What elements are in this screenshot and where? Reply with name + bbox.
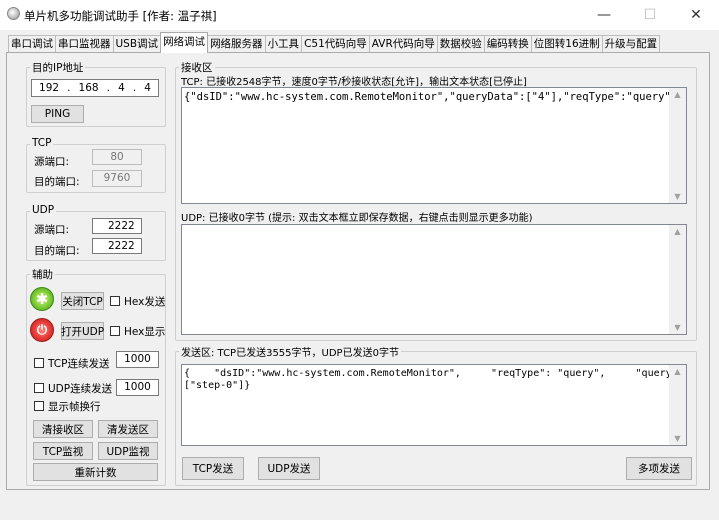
tab-bitmap-hex[interactable]: 位图转16进制 [530,35,603,53]
tab-serial-monitor[interactable]: 串口监视器 [55,35,114,53]
title-bar: 单片机多功能调试助手 [作者: 温子祺] — ☐ ✕ [0,0,719,30]
udp-interval-input[interactable]: 1000 [116,379,159,396]
scroll-down-icon[interactable]: ▼ [669,323,686,332]
tcp-continuous-label: TCP连续发送 [48,358,110,370]
tcp-receive-status: TCP: 已接收2548字节，速度0字节/秒接收状态[允许]，输出文本状态[已停… [181,77,527,88]
tcp-send-button[interactable]: TCP发送 [182,457,244,480]
udp-dest-port-label: 目的端口: [34,245,80,257]
close-button[interactable]: ✕ [673,0,719,30]
minimize-button[interactable]: — [581,0,627,30]
hex-display-checkbox[interactable] [110,326,120,336]
minimize-icon: — [597,7,611,23]
hex-send-label: Hex发送 [124,296,166,308]
udp-monitor-button[interactable]: UDP监视 [98,442,158,460]
ping-button[interactable]: PING [31,105,84,123]
tcp-group-label: TCP [30,137,54,149]
udp-source-port-label: 源端口: [34,224,70,236]
close-tcp-button[interactable]: 关闭TCP [61,292,104,310]
tab-network-server[interactable]: 网络服务器 [207,35,266,53]
udp-continuous-checkbox[interactable] [34,383,44,393]
scroll-up-icon[interactable]: ▲ [669,90,686,99]
ip-octet-4: 4 [144,82,151,94]
tcp-receive-scrollbar[interactable]: ▲ ▼ [669,88,686,203]
power-icon: ⏻ [30,318,54,342]
maximize-icon: ☐ [643,7,657,23]
ip-octet-2: 168 [78,82,99,94]
udp-dest-port-field[interactable]: 2222 [92,238,142,254]
tab-avr-wizard[interactable]: AVR代码向导 [368,35,438,53]
ip-dot-2: . [106,82,110,94]
tcp-source-port-field[interactable]: 80 [92,149,142,165]
udp-receive-textarea[interactable]: ▲ ▼ [181,224,687,335]
clear-send-button[interactable]: 清发送区 [98,420,158,438]
udp-group-label: UDP [30,204,57,216]
send-group-label: 发送区: TCP已发送3555字节，UDP已发送0字节 [179,344,401,359]
tab-upgrade-config[interactable]: 升级与配置 [601,35,661,53]
aux-group-label: 辅助 [30,267,55,282]
window-title: 单片机多功能调试助手 [作者: 温子祺] [24,9,217,23]
tab-tools[interactable]: 小工具 [264,35,303,53]
send-text: { "dsID":"www.hc-system.com.RemoteMonito… [184,368,686,391]
tcp-dest-port-field[interactable]: 9760 [92,170,142,187]
tab-checksum[interactable]: 数据校验 [436,35,485,53]
tab-network-debug[interactable]: 网络调试 [160,32,209,53]
show-newline-label: 显示帧换行 [48,401,101,413]
hex-send-checkbox[interactable] [110,296,120,306]
tcp-continuous-checkbox[interactable] [34,358,44,368]
scroll-down-icon[interactable]: ▼ [669,192,686,201]
maximize-button[interactable]: ☐ [627,0,673,30]
app-icon [7,7,20,20]
tab-usb-debug[interactable]: USB调试 [112,35,162,53]
tcp-dest-port-label: 目的端口: [34,176,80,188]
tab-encoding[interactable]: 编码转换 [483,35,532,53]
udp-receive-scrollbar[interactable]: ▲ ▼ [669,225,686,334]
connect-sparkle-icon: ✱ [30,287,54,311]
udp-receive-text [182,225,686,231]
open-udp-button[interactable]: 打开UDP [61,322,104,340]
ip-dot-3: . [132,82,137,94]
multi-send-button[interactable]: 多项发送 [626,457,692,480]
close-icon: ✕ [690,7,702,23]
recount-button[interactable]: 重新计数 [33,463,158,481]
scroll-up-icon[interactable]: ▲ [669,367,686,376]
hex-display-label: Hex显示 [124,326,166,338]
clear-receive-button[interactable]: 清接收区 [33,420,93,438]
ip-octet-1: 192 [39,82,60,94]
ip-address-input[interactable]: 192 . 168 . 4 . 4 [31,79,159,97]
ip-octet-3: 4 [118,82,125,94]
tcp-source-port-label: 源端口: [34,156,70,168]
udp-send-button[interactable]: UDP发送 [258,457,320,480]
tab-serial-debug[interactable]: 串口调试 [8,35,56,53]
udp-source-port-field[interactable]: 2222 [92,218,142,234]
tab-bar: 串口调试 串口监视器 USB调试 网络调试 网络服务器 小工具 C51代码向导 … [8,32,661,53]
send-textarea[interactable]: { "dsID":"www.hc-system.com.RemoteMonito… [181,364,687,446]
tcp-monitor-button[interactable]: TCP监视 [33,442,93,460]
tab-c51-wizard[interactable]: C51代码向导 [301,35,370,53]
show-newline-checkbox[interactable] [34,401,44,411]
tcp-interval-input[interactable]: 1000 [116,351,159,368]
scroll-up-icon[interactable]: ▲ [669,227,686,236]
scroll-down-icon[interactable]: ▼ [669,434,686,443]
ip-dot-1: . [67,82,71,94]
tcp-receive-text: {"dsID":"www.hc-system.com.RemoteMonitor… [184,91,678,103]
send-scrollbar[interactable]: ▲ ▼ [669,365,686,445]
tcp-receive-textarea[interactable]: {"dsID":"www.hc-system.com.RemoteMonitor… [181,87,687,204]
udp-receive-status: UDP: 已接收0字节 (提示: 双击文本框立即保存数据，右键点击则显示更多功能… [181,213,533,224]
target-ip-label: 目的IP地址 [30,60,86,75]
udp-continuous-label: UDP连续发送 [48,383,113,395]
